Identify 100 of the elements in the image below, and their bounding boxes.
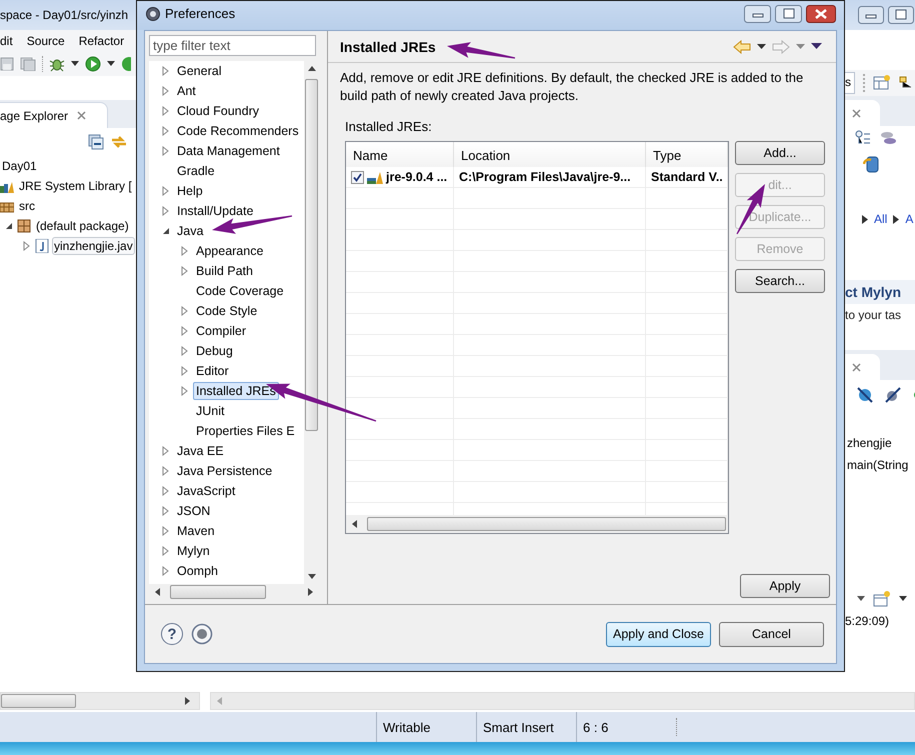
tree-item[interactable]: General bbox=[174, 62, 224, 80]
caret-icon[interactable] bbox=[107, 61, 115, 67]
tree-item[interactable]: JSON bbox=[174, 502, 214, 520]
collapsed-arrow-icon[interactable] bbox=[180, 306, 190, 316]
collapsed-arrow-icon[interactable] bbox=[180, 386, 190, 396]
tree-item[interactable]: src bbox=[17, 197, 37, 215]
new-window-icon[interactable] bbox=[873, 591, 891, 607]
tree-item[interactable]: Editor bbox=[193, 362, 232, 380]
view-tab[interactable]: age Explorer bbox=[0, 102, 108, 128]
tree-item[interactable]: Java EE bbox=[174, 442, 227, 460]
horizontal-scrollbar[interactable] bbox=[210, 692, 915, 710]
tree-item[interactable]: (default package) bbox=[34, 217, 131, 235]
collapsed-arrow-icon[interactable] bbox=[161, 186, 171, 196]
maximize-icon[interactable] bbox=[775, 4, 802, 22]
checkbox[interactable] bbox=[351, 170, 364, 184]
tree-item[interactable]: Appearance bbox=[193, 242, 266, 260]
dialog-button[interactable]: Search... bbox=[735, 269, 825, 293]
suspended-icon[interactable] bbox=[885, 387, 901, 403]
tree-item[interactable]: Help bbox=[174, 182, 206, 200]
disconnected-icon[interactable] bbox=[857, 387, 873, 403]
tree-item[interactable]: Mylyn bbox=[174, 542, 213, 560]
perspective-icon[interactable] bbox=[873, 75, 891, 91]
link-icon[interactable] bbox=[110, 134, 128, 150]
right-arrow-icon[interactable] bbox=[185, 697, 191, 705]
breadcrumb-link[interactable]: A bbox=[905, 212, 914, 226]
menu-icon[interactable] bbox=[811, 43, 822, 50]
run-icon[interactable] bbox=[85, 56, 101, 72]
collapsed-arrow-icon[interactable] bbox=[161, 546, 171, 556]
tree-item[interactable]: Gradle bbox=[174, 162, 218, 180]
collapsed-arrow-icon[interactable] bbox=[161, 486, 171, 496]
collapsed-arrow-icon[interactable] bbox=[161, 466, 171, 476]
apply-button[interactable]: Apply bbox=[740, 574, 830, 598]
collapsed-arrow-icon[interactable] bbox=[161, 506, 171, 516]
collapsed-arrow-icon[interactable] bbox=[180, 246, 190, 256]
collapsed-arrow-icon[interactable] bbox=[161, 446, 171, 456]
dialog-button[interactable]: Apply and Close bbox=[606, 622, 711, 646]
tree-item[interactable]: Code Coverage bbox=[193, 282, 287, 300]
tree-item[interactable]: JavaScript bbox=[174, 482, 238, 500]
left-arrow-icon[interactable] bbox=[352, 520, 357, 528]
column-header[interactable]: Name bbox=[346, 142, 454, 167]
down-arrow-icon[interactable] bbox=[308, 574, 316, 579]
menu-item[interactable]: dit bbox=[0, 34, 13, 48]
collapsed-arrow-icon[interactable] bbox=[161, 146, 171, 156]
collapsed-arrow-icon[interactable] bbox=[161, 126, 171, 136]
collapsed-arrow-icon[interactable] bbox=[161, 106, 171, 116]
forward-icon[interactable] bbox=[772, 40, 790, 54]
collapsed-arrow-icon[interactable] bbox=[22, 241, 32, 251]
tree-item[interactable]: Build Path bbox=[193, 262, 256, 280]
dialog-button[interactable]: Add... bbox=[735, 141, 825, 165]
tree-item[interactable]: Code Recommenders bbox=[174, 122, 302, 140]
close-icon[interactable] bbox=[806, 4, 836, 22]
menu-item[interactable]: Source bbox=[26, 34, 65, 48]
back-icon[interactable] bbox=[733, 40, 751, 54]
collapsed-arrow-icon[interactable] bbox=[161, 526, 171, 536]
tree-item[interactable]: Maven bbox=[174, 522, 218, 540]
tree-item[interactable]: Code Style bbox=[193, 302, 260, 320]
collapsed-arrow-icon[interactable] bbox=[180, 266, 190, 276]
tree-item[interactable]: Properties Files E bbox=[193, 422, 298, 440]
collapsed-arrow-icon[interactable] bbox=[161, 86, 171, 96]
tree-item[interactable]: Java bbox=[174, 222, 206, 240]
expanded-arrow-icon[interactable] bbox=[4, 221, 14, 231]
database-icon[interactable] bbox=[879, 130, 897, 146]
collapsed-arrow-icon[interactable] bbox=[161, 66, 171, 76]
maximize-icon[interactable] bbox=[888, 6, 914, 24]
quick-access-field[interactable]: s bbox=[845, 72, 855, 94]
tree-item[interactable]: Oomph bbox=[174, 562, 221, 580]
column-header[interactable]: Location bbox=[454, 142, 646, 167]
filter-field[interactable]: type filter text bbox=[149, 35, 316, 56]
tree-item[interactable]: Cloud Foundry bbox=[174, 102, 262, 120]
collapsed-arrow-icon[interactable] bbox=[180, 366, 190, 376]
outline-item[interactable]: main(String bbox=[845, 454, 915, 476]
collapsed-arrow-icon[interactable] bbox=[180, 346, 190, 356]
tree-item[interactable]: Ant bbox=[174, 82, 199, 100]
horizontal-scrollbar[interactable] bbox=[346, 515, 728, 533]
tree-item[interactable]: Data Management bbox=[174, 142, 283, 160]
tree-item[interactable]: Install/Update bbox=[174, 202, 256, 220]
column-header[interactable]: Type bbox=[646, 142, 728, 167]
breadcrumb-link[interactable]: All bbox=[874, 212, 888, 226]
tree-item[interactable]: Installed JREs bbox=[193, 382, 279, 400]
up-arrow-icon[interactable] bbox=[308, 66, 316, 71]
caret-icon[interactable] bbox=[757, 44, 766, 50]
caret-icon[interactable] bbox=[899, 596, 907, 602]
tree-item[interactable]: Day01 bbox=[0, 157, 39, 175]
collapsed-arrow-icon[interactable] bbox=[161, 566, 171, 576]
run-icon[interactable] bbox=[121, 56, 131, 72]
view-tab[interactable] bbox=[845, 100, 880, 126]
save-icon[interactable] bbox=[0, 57, 14, 71]
expanded-arrow-icon[interactable] bbox=[161, 226, 171, 236]
help-button[interactable]: ? bbox=[161, 623, 183, 645]
tree-item[interactable]: JRE System Library [ bbox=[17, 177, 134, 195]
collapsed-arrow-icon[interactable] bbox=[180, 326, 190, 336]
caret-icon[interactable] bbox=[71, 61, 79, 67]
menu-item[interactable]: Refactor bbox=[78, 34, 124, 48]
right-arrow-icon[interactable] bbox=[308, 588, 313, 596]
caret-icon[interactable] bbox=[857, 596, 865, 602]
tree-item[interactable]: Debug bbox=[193, 342, 236, 360]
collapse-all-icon[interactable] bbox=[88, 134, 104, 150]
minimize-icon[interactable] bbox=[858, 6, 884, 24]
tree-item[interactable]: JUnit bbox=[193, 402, 228, 420]
tree-item[interactable]: Java Persistence bbox=[174, 462, 276, 480]
